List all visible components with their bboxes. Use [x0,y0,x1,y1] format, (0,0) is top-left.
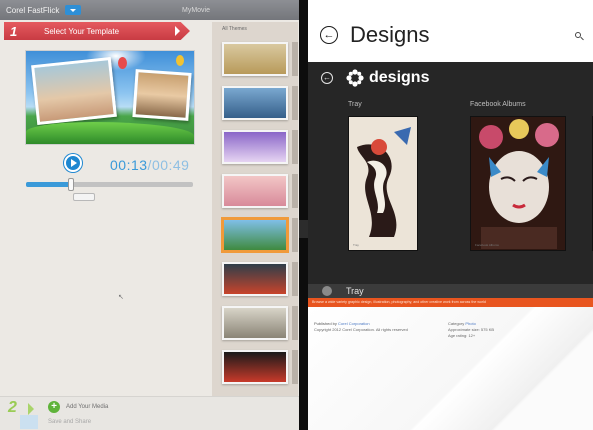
screenshot-art [349,117,417,250]
app-title-bar: Tray [308,284,593,298]
balloon-icon [118,57,127,69]
preview-photo-kids [132,69,192,121]
template-thumbnail[interactable] [222,130,288,164]
publisher-link[interactable]: Corel Corporation [338,321,370,326]
template-thumbnail-next[interactable] [292,130,298,164]
screenshot-facebook-albums[interactable]: Facebook Albums [470,116,566,251]
category-link[interactable]: Photo [465,321,475,326]
step1-number: 1 [10,23,18,39]
step1-header[interactable]: 1 Select Your Template [4,22,190,40]
scrubber-handle[interactable] [68,178,75,191]
screenshot-tray[interactable]: Tray [348,116,418,251]
screenshot-caption: Facebook Albums [475,243,499,247]
page-title: Designs [350,22,430,47]
screenshot-art [471,117,565,250]
back-button[interactable]: ← [320,26,338,44]
timecode: 00:13/00:49 [110,157,189,173]
template-thumbnail-next[interactable] [292,86,298,120]
template-thumbnail-next[interactable] [292,350,298,384]
template-thumbnail[interactable] [222,42,288,76]
store-header: ← Designs [308,0,593,62]
published-by-label: Published by [314,321,337,326]
fastflick-app: Corel FastFlick MyMovie 1 Select Your Te… [0,0,300,430]
step3-icon [20,415,38,429]
chevron-right-icon [28,403,34,415]
screenshot-caption: Tray [353,243,359,247]
template-panel: All Themes [212,22,298,402]
preview-photo-family [31,56,117,126]
preview-grass [26,122,194,144]
publisher-line: Published by Corel Corporation [314,321,370,326]
duration: 00:49 [151,157,190,173]
app-name: designs [369,69,430,86]
app-meta: Category Photo Approximate size: 575 KB … [448,321,494,339]
app-icon [322,286,332,296]
template-thumbnail-next[interactable] [292,262,298,296]
play-button[interactable] [64,154,82,172]
template-thumbnail-next[interactable] [292,306,298,340]
back-button[interactable]: ← [321,72,333,84]
app-title: Corel FastFlick [6,5,60,15]
screenshot-label: Tray [348,101,362,108]
video-preview[interactable] [25,50,195,145]
chevron-right-icon [175,26,180,36]
template-thumbnail[interactable] [222,86,288,120]
designs-logo-icon [346,69,364,87]
step2-number: 2 [8,399,17,416]
search-icon[interactable] [575,32,581,38]
divider-grip[interactable] [299,220,308,238]
template-thumbnail-next[interactable] [292,174,298,208]
balloon-icon [176,55,184,66]
current-time: 00:13 [110,157,148,173]
copyright: Copyright 2012 Corel Corporation. All ri… [314,327,408,332]
screenshot-label: Facebook Albums [470,101,526,108]
template-panel-header[interactable]: All Themes [222,26,247,32]
add-media-label[interactable]: Add Your Media [66,404,108,410]
category-label: Category [448,321,465,326]
trim-handle[interactable] [73,193,95,201]
template-thumbnail[interactable] [222,350,288,384]
scrubber-track[interactable] [26,178,193,191]
project-name[interactable]: MyMovie [182,7,210,14]
step3-label[interactable]: Save and Share [48,419,91,425]
template-thumbnail-next[interactable] [292,42,298,76]
mouse-cursor-icon: ↖ [118,294,124,301]
play-icon [71,159,77,167]
add-media-button[interactable]: + [48,401,60,413]
store-app: ← Designs ← designs Tray Facebook Albums [308,0,593,430]
app-details: Published by Corel Corporation Copyright… [308,307,593,430]
snap-divider[interactable] [299,0,308,430]
template-thumbnail[interactable] [222,218,288,252]
app-tray-title: Tray [346,286,364,296]
template-thumbnail-next[interactable] [292,218,298,252]
template-thumbnail[interactable] [222,174,288,208]
app-hero: ← designs Tray Facebook Albums Tray Face… [308,62,593,284]
app-description: Browse a wide variety graphic design, il… [308,298,593,307]
screen: Corel FastFlick MyMovie 1 Select Your Te… [0,0,593,430]
bottom-steps: 2 + Add Your Media Save and Share [0,396,300,430]
title-bar: Corel FastFlick MyMovie [0,0,300,20]
step1-label: Select Your Template [44,26,120,36]
chevron-down-icon[interactable] [65,5,82,15]
scrubber-fill [26,182,72,187]
age-rating: Age rating: 12+ [448,333,476,338]
template-thumbnail[interactable] [222,306,288,340]
template-thumbnail[interactable] [222,262,288,296]
